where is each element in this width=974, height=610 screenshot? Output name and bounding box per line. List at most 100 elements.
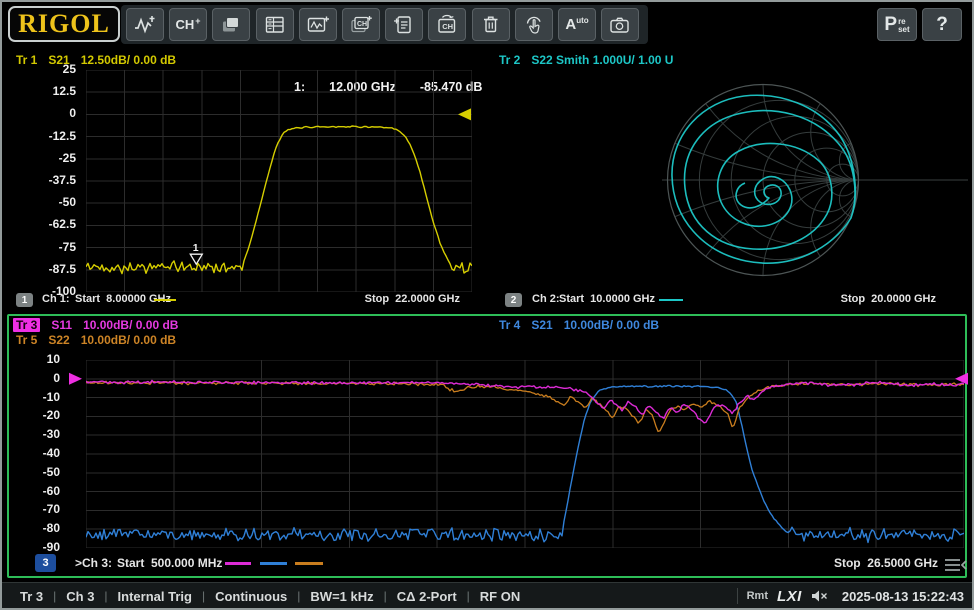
trace-window-button[interactable] (299, 8, 337, 41)
file-channel-icon: CH (435, 13, 459, 37)
vna-screen: RIGOL CH+ (0, 0, 974, 610)
ch1-ytick-10: -100 (2, 284, 76, 298)
screenshot-button[interactable] (601, 8, 639, 41)
ch3-tr4-header[interactable]: Tr 4 S21 10.00dB/ 0.00 dB (499, 318, 659, 332)
ch3-plot[interactable] (86, 360, 964, 548)
tr4-trace-swatch (260, 562, 287, 565)
tr4-meas-label: S21 (531, 318, 552, 332)
add-trace-icon (133, 13, 157, 37)
ch1-plot[interactable] (86, 70, 472, 292)
status-item-2: Internal Trig (118, 589, 192, 604)
save-recall-button[interactable] (385, 8, 423, 41)
channel-table-button[interactable] (256, 8, 294, 41)
mute-speaker-icon[interactable] (811, 589, 829, 603)
preset-label-small: re set (898, 18, 910, 34)
touch-button[interactable] (515, 8, 553, 41)
status-separator: | (94, 589, 117, 603)
status-separator: | (374, 589, 397, 603)
ch3-ytick-1: 0 (2, 371, 60, 385)
ch1-ytick-2: 0 (2, 106, 76, 120)
ch1-ytick-0: 25 (2, 62, 76, 76)
ch3-ytick-5: -40 (2, 446, 60, 460)
status-right: Rmt LXI 2025-08-13 15:22:43 (737, 588, 964, 605)
ch1-ytick-1: 12.5 (2, 84, 76, 98)
auto-scale-button[interactable]: Auto (558, 8, 596, 41)
ch1-stop-freq: Stop 22.0000 GHz (365, 293, 460, 305)
ch1-ytick-5: -37.5 (2, 173, 76, 187)
status-item-4: BW=1 kHz (310, 589, 373, 604)
preset-label-bottom: set (898, 26, 910, 34)
add-channel-button[interactable]: CH+ (169, 8, 207, 41)
status-bar: Tr 3|Ch 3|Internal Trig|Continuous|BW=1 … (2, 582, 972, 609)
auto-scale-label: A (565, 16, 576, 33)
tr5-meas-label: S22 (48, 333, 69, 347)
svg-text:CH: CH (357, 20, 367, 27)
delete-button[interactable] (472, 8, 510, 41)
tr4-scale-label: 10.00dB/ 0.00 dB (564, 318, 659, 332)
lxi-indicator: LXI (777, 588, 802, 605)
ch1-ytick-3: -12.5 (2, 129, 76, 143)
ch3-ytick-9: -80 (2, 521, 60, 535)
ch3-ytick-7: -60 (2, 484, 60, 498)
display-layout-icon (219, 13, 243, 37)
status-separator: | (287, 589, 310, 603)
ch3-ytick-8: -70 (2, 502, 60, 516)
display-layout-button[interactable] (212, 8, 250, 41)
toolbar: RIGOL CH+ (2, 2, 972, 47)
camera-icon (608, 13, 632, 37)
add-channel-window-button[interactable]: CH (342, 8, 380, 41)
ch1-ytick-4: -25 (2, 151, 76, 165)
ch3-ytick-6: -50 (2, 465, 60, 479)
tr5-trace-label: Tr 5 (16, 333, 37, 347)
ch1-ytick-6: -50 (2, 195, 76, 209)
status-items: Tr 3|Ch 3|Internal Trig|Continuous|BW=1 … (20, 589, 520, 604)
touch-icon (522, 13, 546, 37)
help-button[interactable]: ? (922, 8, 962, 41)
status-item-1: Ch 3 (66, 589, 94, 604)
collapse-menu-icon[interactable] (942, 556, 968, 574)
svg-text:CH: CH (442, 22, 453, 31)
add-channel-label: CH (175, 17, 194, 32)
ch1-trace-swatch (154, 299, 176, 301)
ch3-ytick-0: 10 (2, 352, 60, 366)
ch3-tr3-header[interactable]: Tr 3 S11 10.00dB/ 0.00 dB (16, 318, 178, 332)
tr3-meas-label: S11 (51, 318, 72, 332)
ch1-ytick-7: -62.5 (2, 217, 76, 231)
tr3-scale-label: 10.00dB/ 0.00 dB (83, 318, 178, 332)
ch3-ytick-3: -20 (2, 408, 60, 422)
ch2-channel-badge[interactable]: 2 (505, 293, 522, 307)
tr3-selected-tag[interactable]: Tr 3 (13, 318, 40, 332)
preset-label: P (884, 15, 897, 34)
datetime: 2025-08-13 15:22:43 (842, 589, 964, 604)
ch3-ytick-2: -10 (2, 390, 60, 404)
status-item-3: Continuous (215, 589, 287, 604)
ch3-ytick-4: -30 (2, 427, 60, 441)
ch2-channel-label: Ch 2: (532, 293, 560, 305)
auto-scale-label-small: uto (576, 16, 588, 25)
ch3-tr5-header[interactable]: Tr 5 S22 10.00dB/ 0.00 dB (16, 333, 176, 347)
add-trace-button[interactable] (126, 8, 164, 41)
status-separator: | (43, 589, 66, 603)
trace-window-icon (306, 13, 330, 37)
ch3-stop-freq: Stop 26.5000 GHz (834, 556, 938, 570)
ch1-ytick-8: -75 (2, 240, 76, 254)
status-item-0: Tr 3 (20, 589, 43, 604)
rigol-logo: RIGOL (8, 6, 120, 42)
tr5-scale-label: 10.00dB/ 0.00 dB (81, 333, 176, 347)
tr3-trace-swatch (225, 562, 251, 565)
ch2-start-freq: Start 10.0000 GHz (559, 293, 655, 305)
channel-table-icon (263, 13, 287, 37)
ch3-start-freq: Start 500.000 MHz (117, 556, 222, 570)
ch1-scale-label: 12.50dB/ 0.00 dB (81, 53, 176, 67)
add-channel-plus: + (195, 16, 200, 26)
ch2-trace-swatch (659, 299, 683, 301)
ch3-ytick-10: -90 (2, 540, 60, 554)
help-label: ? (936, 14, 948, 36)
ch2-smith-plot[interactable] (489, 62, 971, 298)
file-channel-button[interactable]: CH (428, 8, 466, 41)
preset-button[interactable]: P re set (877, 8, 917, 41)
trash-icon (479, 13, 503, 37)
remote-indicator: Rmt (747, 590, 768, 602)
ch2-stop-freq: Stop 20.0000 GHz (841, 293, 936, 305)
ch3-channel-badge[interactable]: 3 (35, 554, 56, 572)
